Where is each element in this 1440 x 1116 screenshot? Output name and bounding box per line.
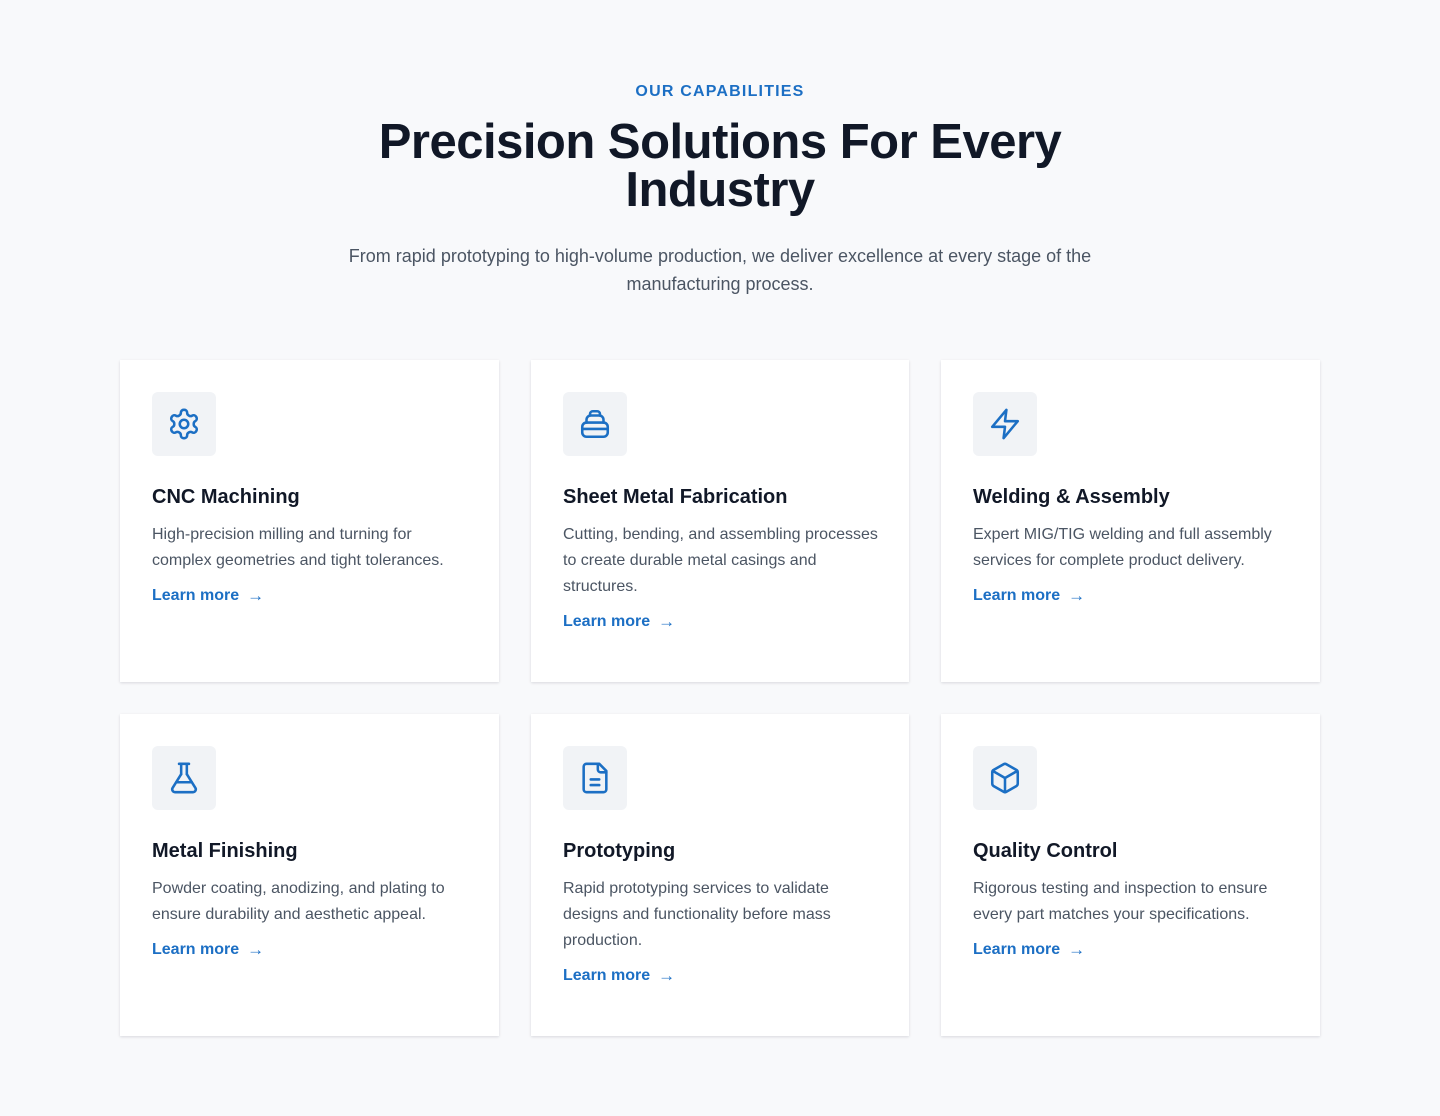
card-description: Rapid prototyping services to validate d… (563, 880, 831, 949)
lightning-icon (973, 392, 1037, 456)
arrow-right-icon: → (1068, 586, 1086, 605)
card-description: Rigorous testing and inspection to ensur… (973, 880, 1268, 923)
learn-more-label: Learn more (563, 967, 651, 984)
card-title: Quality Control (973, 840, 1118, 862)
gear-icon (152, 392, 216, 456)
gear-icon-svg (169, 408, 199, 440)
layers-icon-svg (580, 409, 610, 439)
learn-more-link-metal-finishing[interactable]: Learn more → (152, 938, 264, 962)
card-title: Welding & Assembly (973, 486, 1170, 508)
capability-card-sheet-metal-fabrication: Sheet Metal Fabrication Cutting, bending… (531, 360, 909, 682)
card-title: CNC Machining (152, 486, 300, 508)
card-title: Metal Finishing (152, 840, 298, 862)
card-description: High-precision milling and turning for c… (152, 526, 444, 569)
cube-icon (973, 746, 1037, 810)
learn-more-link-cnc-machining[interactable]: Learn more → (152, 584, 264, 608)
learn-more-link-sheet-metal-fabrication[interactable]: Learn more → (563, 610, 675, 634)
card-title: Sheet Metal Fabrication (563, 486, 788, 508)
arrow-right-icon: → (658, 966, 676, 985)
flask-icon (152, 746, 216, 810)
arrow-right-icon: → (247, 586, 265, 605)
learn-more-link-prototyping[interactable]: Learn more → (563, 964, 675, 988)
cube-icon-svg (990, 762, 1020, 794)
section-subtitle: From rapid prototyping to high-volume pr… (348, 246, 1092, 294)
card-description: Expert MIG/TIG welding and full assembly… (973, 526, 1272, 569)
learn-more-label: Learn more (973, 941, 1061, 958)
capability-card-cnc-machining: CNC Machining High-precision milling and… (120, 360, 499, 682)
document-icon (563, 746, 627, 810)
capabilities-section: OUR CAPABILITIES Precision Solutions For… (0, 0, 1440, 1116)
capability-card-quality-control: Quality Control Rigorous testing and ins… (941, 714, 1320, 1036)
capabilities-grid: CNC Machining High-precision milling and… (120, 360, 1320, 1036)
learn-more-label: Learn more (563, 613, 651, 630)
capability-card-metal-finishing: Metal Finishing Powder coating, anodizin… (120, 714, 499, 1036)
capability-card-welding-assembly: Welding & Assembly Expert MIG/TIG weldin… (941, 360, 1320, 682)
card-title: Prototyping (563, 840, 676, 862)
learn-more-label: Learn more (152, 941, 240, 958)
flask-icon-svg (170, 762, 198, 794)
layers-icon (563, 392, 627, 456)
section-header: OUR CAPABILITIES Precision Solutions For… (0, 0, 1440, 298)
capability-card-prototyping: Prototyping Rapid prototyping services t… (531, 714, 909, 1036)
section-eyebrow: OUR CAPABILITIES (635, 83, 805, 100)
document-icon-svg (582, 762, 608, 794)
card-description: Powder coating, anodizing, and plating t… (152, 880, 445, 923)
learn-more-label: Learn more (973, 587, 1061, 604)
section-title: Precision Solutions For Every Industry (378, 115, 1062, 217)
card-description: Cutting, bending, and assembling process… (563, 526, 878, 595)
arrow-right-icon: → (658, 612, 676, 631)
lightning-icon-svg (990, 408, 1020, 440)
learn-more-link-quality-control[interactable]: Learn more → (973, 938, 1085, 962)
arrow-right-icon: → (247, 940, 265, 959)
learn-more-label: Learn more (152, 587, 240, 604)
arrow-right-icon: → (1068, 940, 1086, 959)
learn-more-link-welding-assembly[interactable]: Learn more → (973, 584, 1085, 608)
